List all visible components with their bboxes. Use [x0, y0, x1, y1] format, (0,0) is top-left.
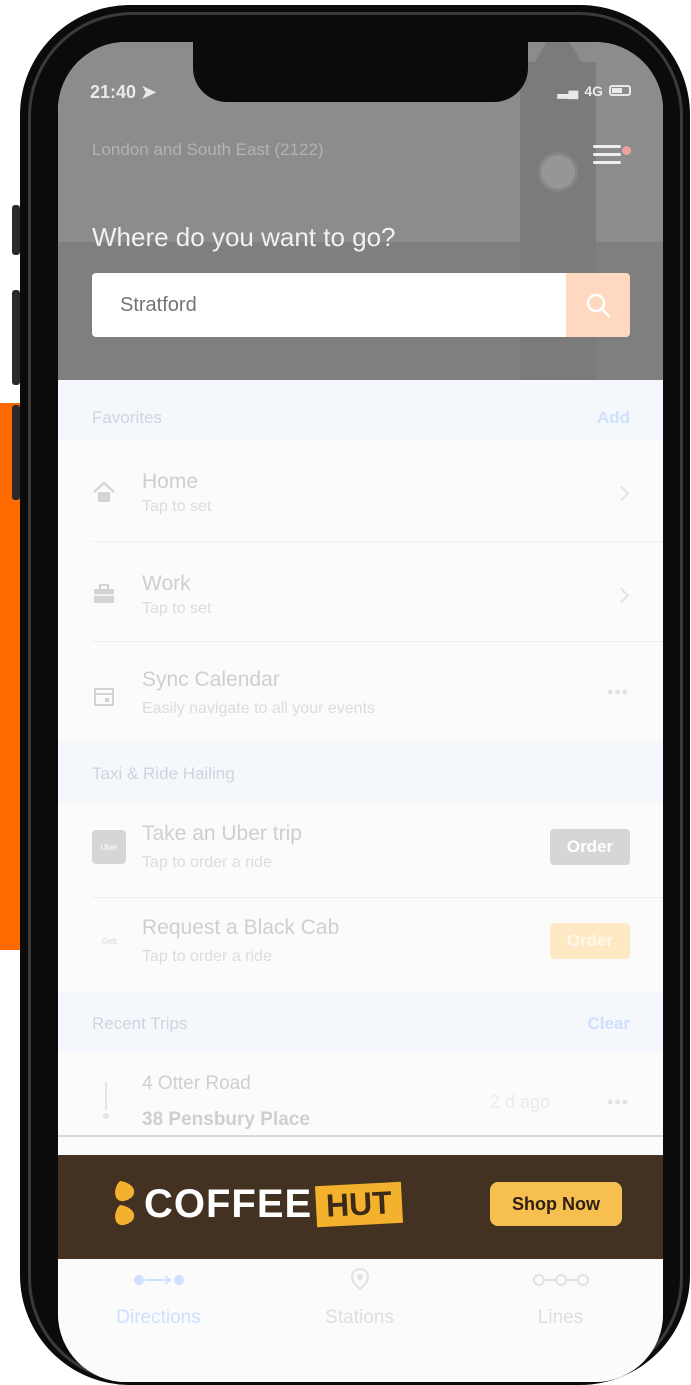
status-indicators: ▂▄ 4G: [558, 82, 631, 99]
ad-logo: COFFEE HUT: [110, 1179, 404, 1229]
uber-logo: Uber: [92, 830, 126, 864]
taxi-gett-row[interactable]: Gett Request a Black Cab Tap to order a …: [58, 898, 663, 992]
notification-dot: [622, 146, 631, 155]
taxi-title-label: Take an Uber trip: [142, 822, 302, 845]
favorites-header: Favorites Add: [58, 380, 663, 440]
search-icon: [586, 293, 611, 318]
chevron-right-icon: [613, 587, 630, 604]
ad-brand-coffee: COFFEE: [144, 1181, 313, 1226]
search-prompt: Where do you want to go?: [92, 222, 396, 252]
recent-trips-title: Recent Trips: [92, 1014, 188, 1033]
signal-icon: ▂▄: [557, 82, 579, 98]
map-pin-icon: [350, 1267, 369, 1291]
taxi-title-label: Request a Black Cab: [142, 916, 340, 939]
ad-shop-now-button[interactable]: Shop Now: [490, 1182, 622, 1226]
directions-icon: [133, 1275, 184, 1285]
taxi-title: Taxi & Ride Hailing: [92, 764, 235, 783]
home-icon: [93, 481, 115, 502]
favorites-title: Favorites: [92, 408, 162, 427]
more-options-icon[interactable]: •••: [607, 1092, 629, 1113]
favorite-subtitle: Easily navigate to all your events: [142, 700, 376, 717]
favorites-add-button[interactable]: Add: [597, 408, 630, 428]
tab-label: Lines: [537, 1307, 584, 1328]
uber-order-button[interactable]: Order: [550, 829, 630, 865]
tab-directions[interactable]: Directions: [58, 1259, 259, 1359]
chevron-right-icon: [613, 485, 630, 502]
clock-face: [538, 152, 578, 192]
trip-destination: 38 Pensbury Place: [142, 1109, 310, 1130]
lines-icon: [532, 1274, 589, 1286]
gett-logo: Gett: [101, 936, 117, 946]
recent-trip-row[interactable]: 4 Otter Road 38 Pensbury Place 2 d ago •…: [58, 1052, 663, 1142]
location-arrow-icon: ➤: [141, 82, 157, 102]
favorite-home[interactable]: Home Tap to set: [58, 440, 663, 542]
taxi-subtitle: Tap to order a ride: [142, 854, 272, 871]
recent-trips-header: Recent Trips Clear: [58, 992, 663, 1052]
route-dots-icon: [103, 1082, 109, 1119]
tab-stations[interactable]: Stations: [259, 1259, 460, 1359]
favorite-title: Sync Calendar: [142, 668, 280, 691]
more-options-icon[interactable]: •••: [607, 682, 629, 703]
taxi-uber-row[interactable]: Uber Take an Uber trip Tap to order a ri…: [58, 802, 663, 898]
taxi-header: Taxi & Ride Hailing: [58, 742, 663, 802]
calendar-icon: [94, 688, 114, 706]
favorite-sync-calendar[interactable]: Sync Calendar Easily navigate to all you…: [58, 642, 663, 742]
phone-screen: 21:40 ➤ ▂▄ 4G London and South East (212…: [58, 42, 663, 1382]
network-label: 4G: [584, 82, 603, 99]
ad-brand-hut: HUT: [315, 1181, 404, 1227]
ad-banner[interactable]: COFFEE HUT Shop Now: [58, 1155, 663, 1259]
favorite-work[interactable]: Work Tap to set: [58, 542, 663, 642]
briefcase-icon: [94, 584, 114, 603]
favorite-title: Home: [142, 470, 199, 493]
tab-bar: Directions Stations Lines: [58, 1259, 663, 1382]
battery-icon: [609, 85, 631, 96]
side-button-mute: [12, 205, 20, 255]
tab-label: Directions: [116, 1307, 201, 1328]
region-label[interactable]: London and South East (2122): [92, 140, 324, 160]
coffee-bean-icon: [115, 1181, 135, 1226]
side-button-volume-up: [12, 290, 20, 385]
hamburger-menu-icon[interactable]: [593, 145, 621, 167]
search-input[interactable]: [92, 273, 566, 337]
search-button[interactable]: [566, 273, 630, 337]
taxi-subtitle: Tap to order a ride: [142, 948, 272, 965]
tab-label: Stations: [325, 1307, 394, 1328]
favorite-subtitle: Tap to set: [142, 600, 212, 617]
ad-divider: [58, 1135, 663, 1157]
tab-lines[interactable]: Lines: [460, 1259, 661, 1359]
status-time: 21:40 ➤: [90, 82, 157, 102]
trip-origin: 4 Otter Road: [142, 1073, 251, 1094]
favorite-subtitle: Tap to set: [142, 498, 212, 515]
side-button-volume-down: [12, 405, 20, 500]
notch: [193, 42, 528, 102]
favorite-title: Work: [142, 572, 191, 595]
search-field[interactable]: [92, 273, 566, 337]
recent-trips-clear-button[interactable]: Clear: [587, 1014, 630, 1034]
trip-time: 2 d ago: [489, 1092, 550, 1112]
gett-order-button[interactable]: Order: [550, 923, 630, 959]
